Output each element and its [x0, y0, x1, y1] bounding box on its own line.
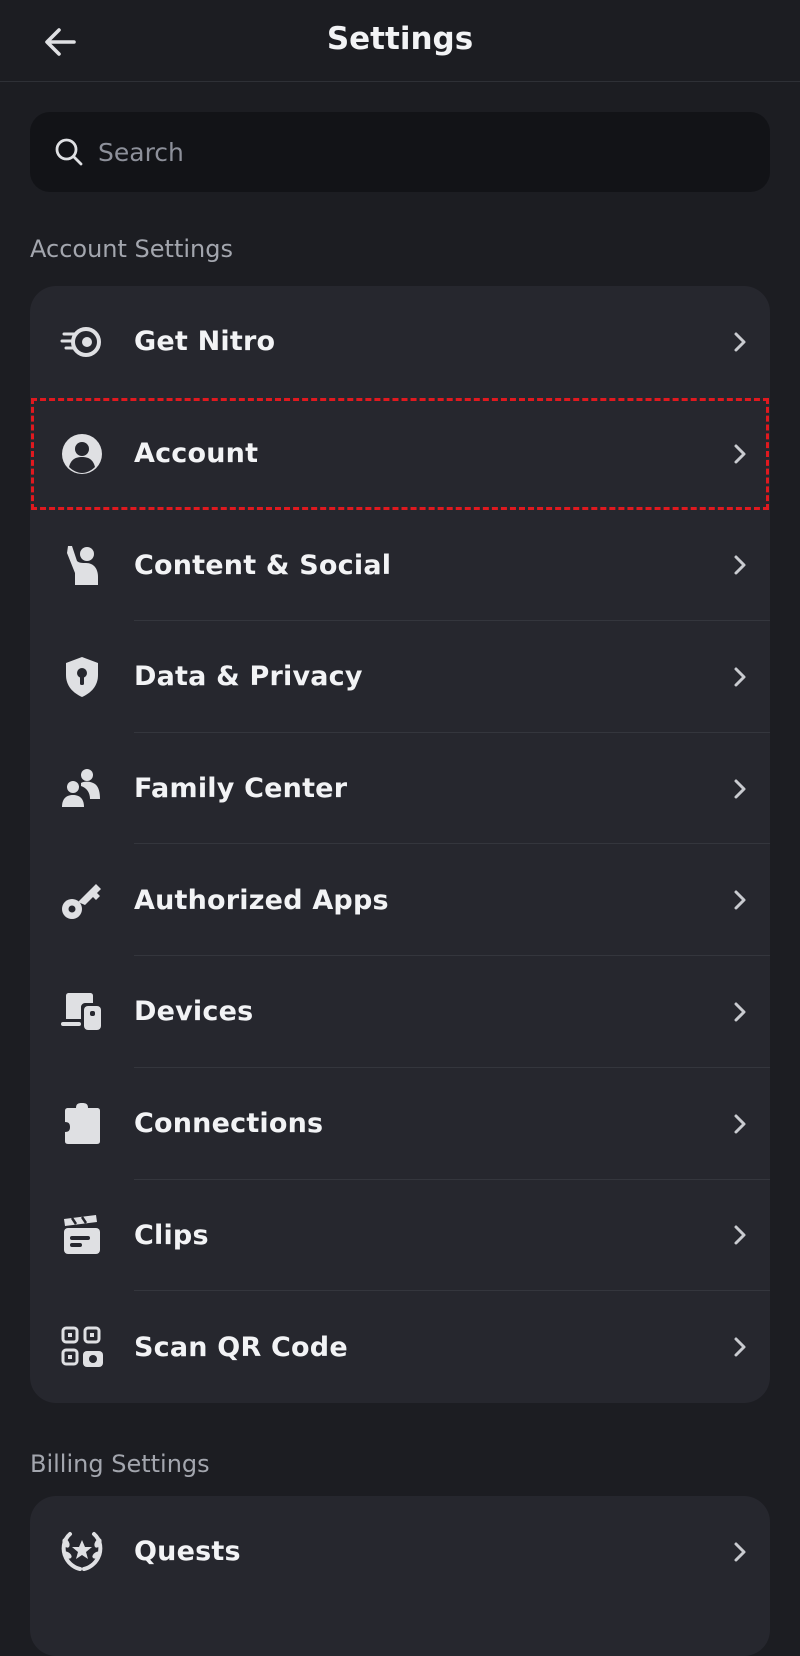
settings-item-label: Get Nitro: [134, 326, 276, 358]
back-button[interactable]: [36, 18, 84, 66]
billing-settings-card: Quests: [30, 1496, 770, 1656]
waving-person-icon: [60, 543, 104, 587]
settings-item-devices[interactable]: Devices: [30, 956, 770, 1068]
settings-item-authorized-apps[interactable]: Authorized Apps: [30, 844, 770, 957]
clapperboard-icon: [60, 1213, 104, 1257]
settings-item-family-center[interactable]: Family Center: [30, 733, 770, 845]
account-settings-card: Get Nitro Account Content & Social Data …: [30, 286, 770, 1403]
section-label-account-settings: Account Settings: [30, 235, 233, 263]
search-bar[interactable]: [30, 112, 770, 192]
user-circle-icon: [60, 432, 104, 476]
settings-item-quests[interactable]: Quests: [30, 1496, 770, 1608]
app-header: Settings: [0, 0, 800, 82]
search-icon: [52, 135, 86, 169]
arrow-left-icon: [45, 28, 76, 56]
settings-item-account[interactable]: Account: [30, 398, 770, 510]
settings-item-label: Family Center: [134, 773, 348, 805]
settings-item-label: Scan QR Code: [134, 1331, 348, 1363]
laurel-icon: [60, 1530, 104, 1574]
search-input[interactable]: [96, 136, 696, 168]
chevron-right-icon: [728, 888, 752, 912]
settings-item-label: Quests: [134, 1536, 241, 1568]
page-title: Settings: [326, 20, 474, 57]
settings-item-label: Content & Social: [134, 549, 392, 581]
settings-item-clips[interactable]: Clips: [30, 1180, 770, 1292]
key-icon: [60, 878, 104, 922]
settings-item-content-social[interactable]: Content & Social: [30, 509, 770, 622]
settings-item-label: Account: [134, 438, 259, 470]
settings-item-get-nitro[interactable]: Get Nitro: [30, 286, 770, 398]
chevron-right-icon: [728, 553, 752, 577]
settings-item-label: Connections: [134, 1108, 324, 1140]
settings-item-connections[interactable]: Connections: [30, 1068, 770, 1180]
chevron-right-icon: [728, 330, 752, 354]
puzzle-icon: [60, 1102, 104, 1146]
chevron-right-icon: [728, 1335, 752, 1359]
settings-item-label: Data & Privacy: [134, 661, 363, 693]
chevron-right-icon: [728, 442, 752, 466]
settings-item-label: Authorized Apps: [134, 884, 389, 916]
chevron-right-icon: [728, 1112, 752, 1136]
chevron-right-icon: [728, 1000, 752, 1024]
settings-item-label: Clips: [134, 1219, 209, 1251]
chevron-right-icon: [728, 1223, 752, 1247]
nitro-icon: [60, 320, 104, 364]
chevron-right-icon: [728, 1540, 752, 1564]
shield-lock-icon: [60, 655, 104, 699]
section-label-billing-settings: Billing Settings: [30, 1450, 210, 1478]
settings-item-scan-qr-code[interactable]: Scan QR Code: [30, 1291, 770, 1403]
settings-item-label: Devices: [134, 996, 254, 1028]
family-icon: [60, 767, 104, 811]
chevron-right-icon: [728, 665, 752, 689]
settings-item-data-privacy[interactable]: Data & Privacy: [30, 621, 770, 733]
qr-code-icon: [60, 1325, 104, 1369]
devices-icon: [60, 990, 104, 1034]
chevron-right-icon: [728, 777, 752, 801]
